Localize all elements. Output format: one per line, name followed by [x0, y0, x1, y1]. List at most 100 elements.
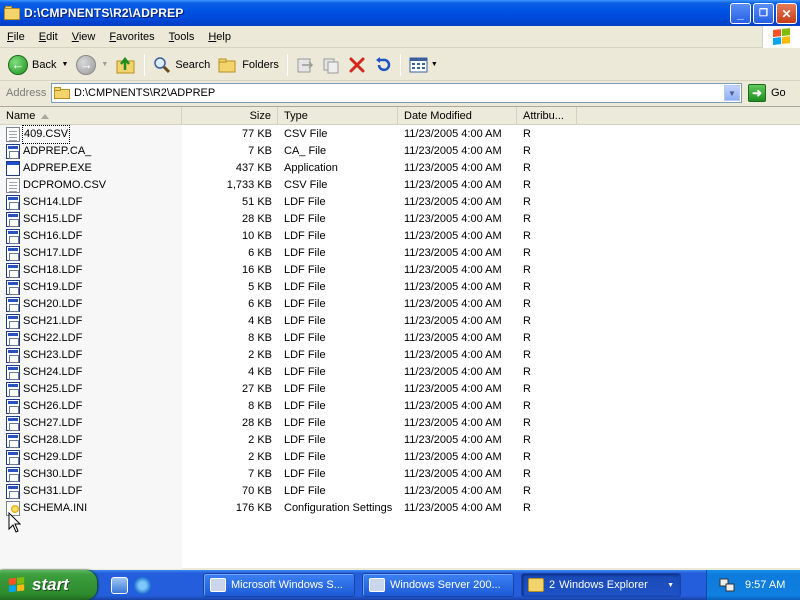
file-date-modified: 11/23/2005 4:00 AM [404, 162, 502, 174]
column-header-attributes[interactable]: Attribu... [517, 107, 577, 125]
file-attributes: R [523, 502, 531, 514]
text-document-icon [6, 178, 20, 193]
file-name: SCH17.LDF [23, 247, 83, 259]
forward-dropdown-icon[interactable]: ▼ [101, 61, 108, 68]
file-name: SCH15.LDF [23, 213, 83, 225]
search-button[interactable]: Search [149, 52, 214, 78]
file-date-modified: 11/23/2005 4:00 AM [404, 281, 502, 293]
file-row[interactable]: SCH17.LDF 6 KB LDF File 11/23/2005 4:00 AM R [0, 245, 800, 262]
file-row[interactable]: SCH26.LDF 8 KB LDF File 11/23/2005 4:00 AM R [0, 398, 800, 415]
column-header-date-modified[interactable]: Date Modified [398, 107, 517, 125]
internet-explorer-icon[interactable] [134, 576, 151, 594]
menu-help[interactable]: Help [201, 27, 238, 47]
undo-button[interactable] [370, 52, 396, 78]
taskbar-task-windows-server[interactable]: Windows Server 200... [362, 573, 514, 597]
file-row[interactable]: SCHEMA.INI 176 KB Configuration Settings 11… [0, 500, 800, 517]
standard-toolbar: ← Back ▼ → ▼ Search Folders ▼ [0, 49, 800, 81]
file-name: SCH21.LDF [23, 315, 83, 327]
file-row[interactable]: SCH18.LDF 16 KB LDF File 11/23/2005 4:00 AM… [0, 262, 800, 279]
back-button[interactable]: ← Back ▼ [4, 52, 72, 78]
file-name: SCH18.LDF [23, 264, 83, 276]
maximize-button[interactable]: ❐ [753, 3, 774, 24]
file-row[interactable]: ADPREP.CA_ 7 KB CA_ File 11/23/2005 4:00 AM… [0, 143, 800, 160]
back-arrow-icon: ← [8, 54, 28, 75]
menu-view[interactable]: View [65, 27, 103, 47]
menu-tools[interactable]: Tools [162, 27, 202, 47]
file-type: LDF File [284, 485, 326, 497]
close-button[interactable]: ✕ [776, 3, 797, 24]
task-group-count: 2 [549, 579, 556, 591]
file-size: 8 KB [248, 332, 272, 344]
system-file-icon [6, 314, 20, 329]
back-dropdown-icon[interactable]: ▼ [61, 61, 68, 68]
up-folder-button[interactable] [112, 52, 140, 78]
system-file-icon [6, 484, 20, 499]
clock[interactable]: 9:57 AM [745, 579, 785, 591]
address-input[interactable]: D:\CMPNENTS\R2\ADPREP ▼ [51, 83, 742, 103]
column-header-name[interactable]: Name [0, 107, 182, 125]
system-file-icon [6, 263, 20, 278]
file-row[interactable]: SCH14.LDF 51 KB LDF File 11/23/2005 4:00 AM… [0, 194, 800, 211]
window-app-icon [210, 578, 226, 592]
file-row[interactable]: SCH22.LDF 8 KB LDF File 11/23/2005 4:00 AM R [0, 330, 800, 347]
taskbar-task-windows-explorer[interactable]: 2 Windows Explorer ▼ [521, 573, 681, 597]
forward-button[interactable]: → ▼ [72, 52, 112, 78]
file-row[interactable]: 409.CSV 77 KB CSV File 11/23/2005 4:00 AM R [0, 125, 800, 144]
column-header-type[interactable]: Type [278, 107, 398, 125]
file-attributes: R [523, 162, 531, 174]
go-button[interactable]: ➜ Go [748, 83, 786, 103]
show-desktop-icon[interactable] [111, 576, 128, 594]
folders-button[interactable]: Folders [214, 52, 283, 78]
file-type: LDF File [284, 247, 326, 259]
file-row[interactable]: SCH15.LDF 28 KB LDF File 11/23/2005 4:00 AM… [0, 211, 800, 228]
task-label: Windows Explorer [559, 579, 648, 591]
file-row[interactable]: SCH25.LDF 27 KB LDF File 11/23/2005 4:00 AM… [0, 381, 800, 398]
file-size: 70 KB [242, 485, 272, 497]
system-tray: 9:57 AM [706, 570, 800, 600]
file-size: 8 KB [248, 400, 272, 412]
file-attributes: R [523, 196, 531, 208]
file-attributes: R [523, 281, 531, 293]
menu-edit[interactable]: Edit [32, 27, 65, 47]
menu-view-accel: V [71, 30, 79, 43]
file-size: 6 KB [248, 247, 272, 259]
file-date-modified: 11/23/2005 4:00 AM [404, 383, 502, 395]
views-button[interactable]: ▼ [405, 52, 442, 78]
file-row[interactable]: SCH29.LDF 2 KB LDF File 11/23/2005 4:00 AM R [0, 449, 800, 466]
file-row[interactable]: SCH27.LDF 28 KB LDF File 11/23/2005 4:00 AM… [0, 415, 800, 432]
start-button[interactable]: start [0, 570, 97, 600]
mouse-cursor-icon [8, 512, 22, 533]
file-type: Application [284, 162, 338, 174]
search-icon [154, 56, 171, 73]
taskbar-task-windows-setup[interactable]: Microsoft Windows S... [203, 573, 355, 597]
file-row[interactable]: SCH16.LDF 10 KB LDF File 11/23/2005 4:00 AM… [0, 228, 800, 245]
column-header-size[interactable]: Size [182, 107, 278, 125]
file-row[interactable]: SCH21.LDF 4 KB LDF File 11/23/2005 4:00 AM R [0, 313, 800, 330]
file-row[interactable]: ADPREP.EXE 437 KB Application 11/23/2005 4:… [0, 160, 800, 177]
address-dropdown-button[interactable]: ▼ [724, 85, 740, 101]
file-row[interactable]: SCH24.LDF 4 KB LDF File 11/23/2005 4:00 AM R [0, 364, 800, 381]
menu-favorites[interactable]: Favorites [102, 27, 161, 47]
file-row[interactable]: SCH28.LDF 2 KB LDF File 11/23/2005 4:00 AM R [0, 432, 800, 449]
chevron-down-icon: ▼ [728, 88, 736, 98]
file-row[interactable]: SCH19.LDF 5 KB LDF File 11/23/2005 4:00 AM R [0, 279, 800, 296]
move-to-button[interactable] [292, 52, 318, 78]
file-row[interactable]: SCH30.LDF 7 KB LDF File 11/23/2005 4:00 AM R [0, 466, 800, 483]
copy-to-button[interactable] [318, 52, 344, 78]
window-titlebar[interactable]: D:\CMPNENTS\R2\ADPREP _ ❐ ✕ [0, 0, 800, 26]
file-row[interactable]: SCH31.LDF 70 KB LDF File 11/23/2005 4:00 AM… [0, 483, 800, 500]
network-tray-icon[interactable] [719, 577, 735, 593]
file-row[interactable]: DCPROMO.CSV 1,733 KB CSV File 11/23/2005 4:… [0, 177, 800, 194]
move-to-icon [297, 58, 313, 72]
file-attributes: R [523, 451, 531, 463]
file-attributes: R [523, 485, 531, 497]
file-list-view[interactable]: Name Size Type Date Modified Attribu... … [0, 106, 800, 569]
menu-file-accel: F [7, 30, 14, 43]
file-row[interactable]: SCH20.LDF 6 KB LDF File 11/23/2005 4:00 AM R [0, 296, 800, 313]
delete-button[interactable] [344, 52, 370, 78]
minimize-button[interactable]: _ [730, 3, 751, 24]
menu-file[interactable]: File [0, 27, 32, 47]
chevron-down-icon: ▼ [667, 581, 674, 589]
file-row[interactable]: SCH23.LDF 2 KB LDF File 11/23/2005 4:00 AM R [0, 347, 800, 364]
go-label: Go [771, 87, 786, 99]
